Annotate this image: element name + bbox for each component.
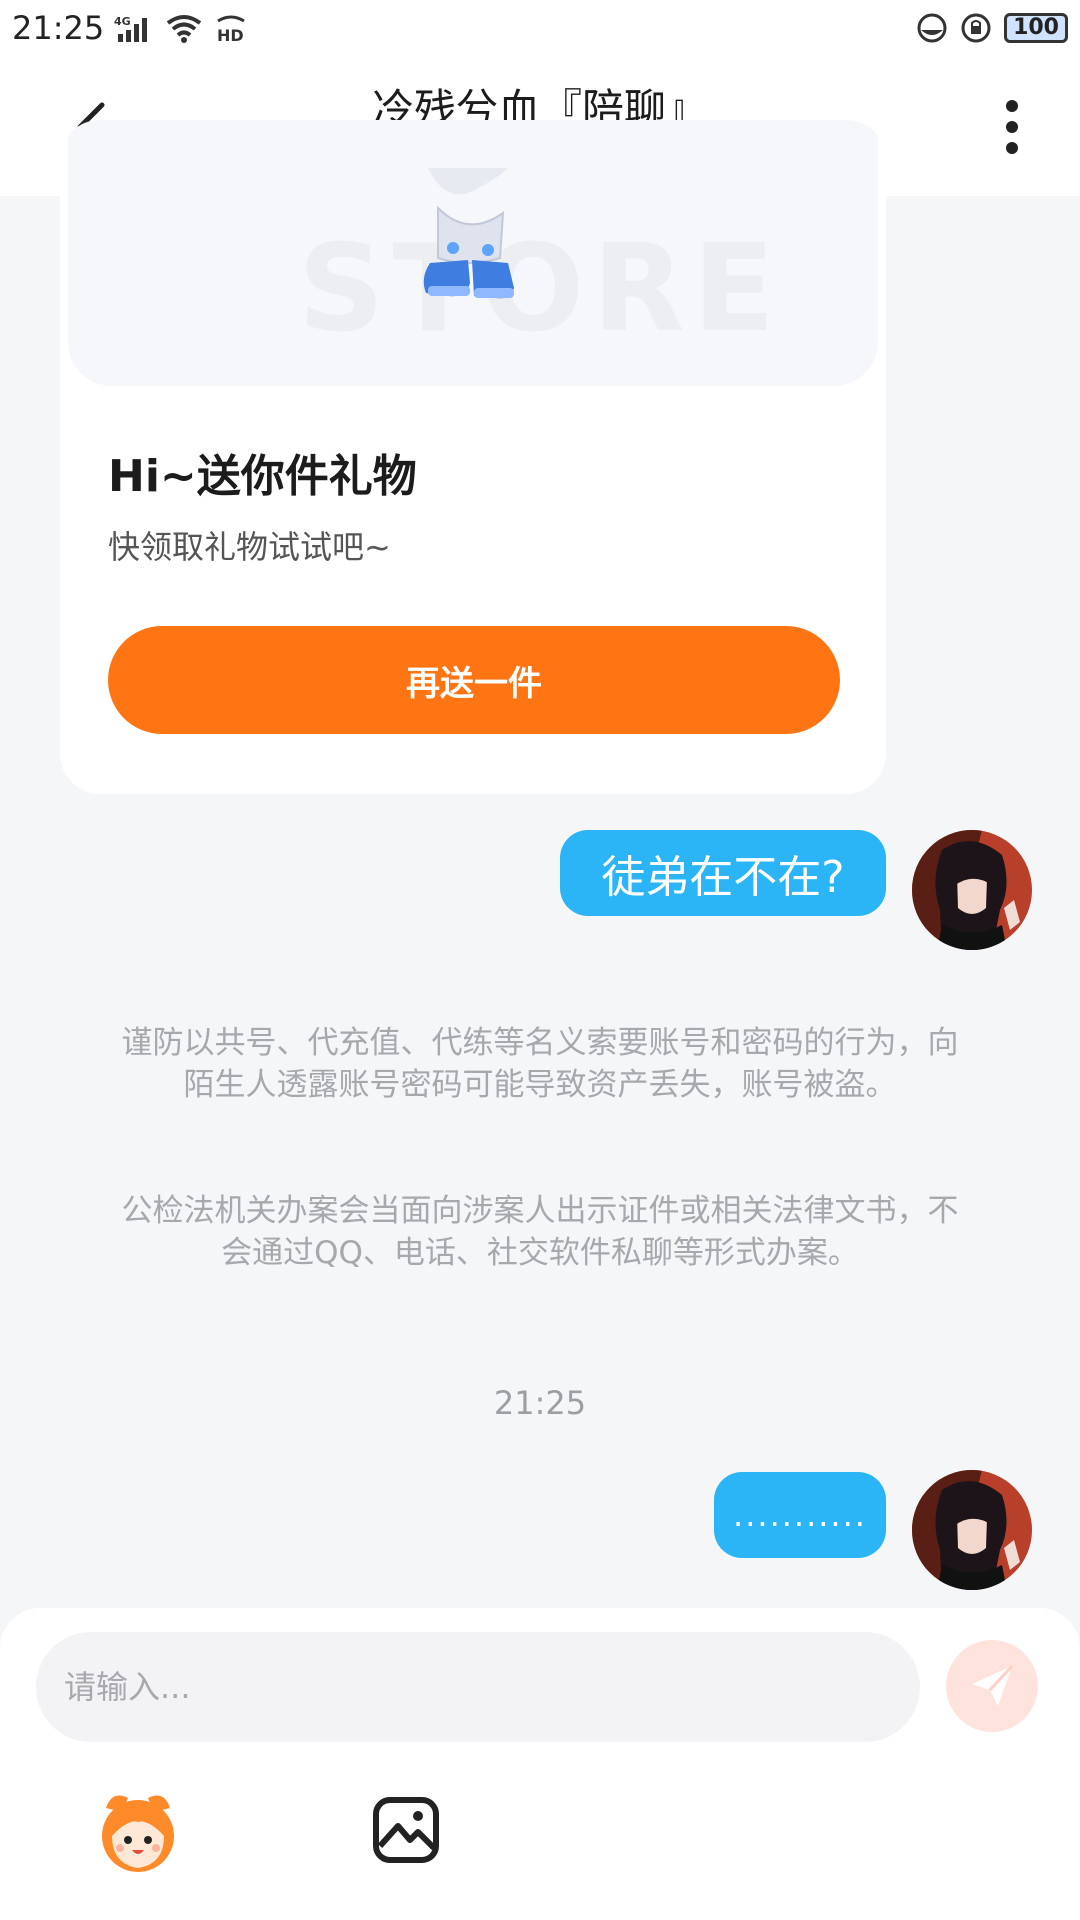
hd-call-icon: HD bbox=[214, 13, 248, 43]
send-button[interactable] bbox=[946, 1640, 1038, 1732]
signal-icon: 4G bbox=[114, 14, 154, 42]
safety-notice: 公检法机关办案会当面向涉案人出示证件或相关法律文书，不会通过QQ、电话、社交软件… bbox=[121, 1193, 959, 1271]
avatar[interactable] bbox=[912, 830, 1032, 950]
gift-title: Hi~送你件礼物 bbox=[108, 451, 417, 502]
wifi-icon bbox=[164, 13, 204, 43]
more-vertical-icon bbox=[1006, 100, 1018, 154]
chat-screen: 21:25 4G HD 100 冷残兮血『陪聊』 STORE Hi~送你件礼物 … bbox=[0, 0, 1080, 1920]
gift-image: STORE bbox=[68, 120, 878, 386]
status-bar: 21:25 4G HD 100 bbox=[0, 0, 1080, 56]
safety-notice: 谨防以共号、代充值、代练等名义索要账号和密码的行为，向陌生人透露账号密码可能导致… bbox=[121, 1025, 959, 1103]
message-input[interactable] bbox=[36, 1632, 920, 1742]
message-timestamp: 21:25 bbox=[493, 1384, 587, 1422]
eye-comfort-icon bbox=[916, 12, 948, 44]
send-icon bbox=[972, 1664, 1014, 1706]
message-bubble[interactable]: 徒弟在不在? bbox=[560, 830, 886, 916]
image-icon[interactable] bbox=[370, 1794, 442, 1866]
composer-panel bbox=[0, 1608, 1080, 1920]
more-options-button[interactable] bbox=[992, 92, 1032, 162]
network-type-label: 4G bbox=[114, 15, 131, 28]
battery-indicator: 100 bbox=[1004, 13, 1068, 43]
rotation-lock-icon bbox=[960, 12, 992, 44]
gift-card: STORE Hi~送你件礼物 快领取礼物试试吧~ 再送一件 bbox=[60, 120, 886, 794]
status-time: 21:25 bbox=[12, 9, 105, 47]
hd-label: HD bbox=[217, 26, 244, 43]
avatar[interactable] bbox=[912, 1470, 1032, 1590]
gift-description: 快领取礼物试试吧~ bbox=[108, 528, 391, 566]
status-right: 100 bbox=[916, 12, 1068, 44]
send-another-gift-button[interactable]: 再送一件 bbox=[108, 626, 840, 734]
mascot-icon[interactable] bbox=[92, 1786, 184, 1878]
store-watermark: STORE bbox=[298, 220, 783, 359]
message-bubble[interactable]: ........... bbox=[714, 1472, 886, 1558]
status-left: 21:25 4G HD bbox=[12, 9, 248, 47]
gift-figure-image bbox=[408, 168, 528, 322]
